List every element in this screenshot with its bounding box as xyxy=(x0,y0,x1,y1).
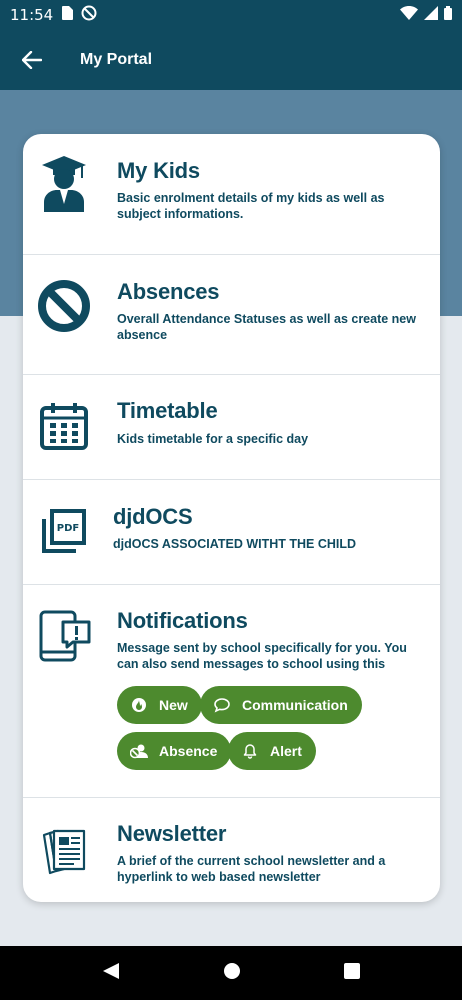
menu-item-description: Overall Attendance Statuses as well as c… xyxy=(117,312,416,342)
menu-item-my-kids[interactable]: My Kids Basic enrolment details of my ki… xyxy=(23,134,440,255)
status-time: 11:54 xyxy=(10,6,54,24)
tablet-alert-icon xyxy=(35,607,93,665)
chat-bubble-icon xyxy=(212,695,232,715)
circle-home-icon xyxy=(223,962,240,979)
square-recents-icon xyxy=(344,962,361,979)
menu-item-title: Notifications xyxy=(117,608,248,633)
prohibited-icon xyxy=(35,277,93,335)
status-bar: 11:54 xyxy=(0,0,462,30)
svg-text:PDF: PDF xyxy=(57,523,79,534)
fire-icon xyxy=(129,695,149,715)
pdf-icon: PDF xyxy=(35,502,93,560)
battery-icon xyxy=(444,6,452,24)
app-bar: My Portal xyxy=(0,30,462,90)
do-not-disturb-icon xyxy=(81,5,97,25)
menu-item-title: Absences xyxy=(117,279,220,304)
arrow-left-icon xyxy=(22,51,42,69)
nav-recents-button[interactable] xyxy=(344,962,361,984)
calendar-icon xyxy=(35,397,93,455)
triangle-back-icon xyxy=(102,962,119,979)
menu-item-description: Message sent by school specifically for … xyxy=(117,641,407,671)
wifi-icon xyxy=(400,6,418,24)
chip-absence[interactable]: Absence xyxy=(117,732,232,770)
chip-new[interactable]: New xyxy=(117,686,202,724)
graduate-icon xyxy=(35,154,93,212)
menu-item-djdocs[interactable]: PDF djdOCS djdOCS ASSOCIATED WITHT THE C… xyxy=(23,480,440,585)
chip-label: Alert xyxy=(270,743,302,759)
chip-alert[interactable]: Alert xyxy=(228,732,316,770)
chip-label: New xyxy=(159,697,188,713)
nav-home-button[interactable] xyxy=(223,962,241,985)
person-absent-icon xyxy=(129,741,149,761)
system-nav-bar xyxy=(0,946,462,1000)
bell-icon xyxy=(240,741,260,761)
menu-item-description: djdOCS ASSOCIATED WITHT THE CHILD xyxy=(113,537,357,551)
menu-item-description: A brief of the current school newsletter… xyxy=(117,854,386,884)
chip-label: Communication xyxy=(242,697,348,713)
back-button[interactable] xyxy=(2,30,62,90)
menu-item-title: Timetable xyxy=(117,398,218,423)
page-title: My Portal xyxy=(80,51,153,68)
signal-icon xyxy=(424,6,438,24)
menu-item-notifications[interactable]: Notifications Message sent by school spe… xyxy=(23,585,440,798)
menu-item-title: Newsletter xyxy=(117,821,227,846)
menu-item-timetable[interactable]: Timetable Kids timetable for a specific … xyxy=(23,375,440,480)
menu-item-newsletter[interactable]: Newsletter A brief of the current school… xyxy=(23,798,440,902)
menu-item-title: djdOCS xyxy=(113,504,193,529)
nav-back-button[interactable] xyxy=(102,962,120,985)
menu-item-title: My Kids xyxy=(117,158,200,183)
chip-label: Absence xyxy=(159,743,218,759)
portal-menu-card: My Kids Basic enrolment details of my ki… xyxy=(23,134,440,902)
menu-item-description: Kids timetable for a specific day xyxy=(117,432,309,446)
menu-item-absences[interactable]: Absences Overall Attendance Statuses as … xyxy=(23,255,440,375)
sim-card-icon xyxy=(61,6,74,24)
menu-item-description: Basic enrolment details of my kids as we… xyxy=(117,191,385,221)
chip-communication[interactable]: Communication xyxy=(200,686,362,724)
newspaper-icon xyxy=(35,822,93,880)
